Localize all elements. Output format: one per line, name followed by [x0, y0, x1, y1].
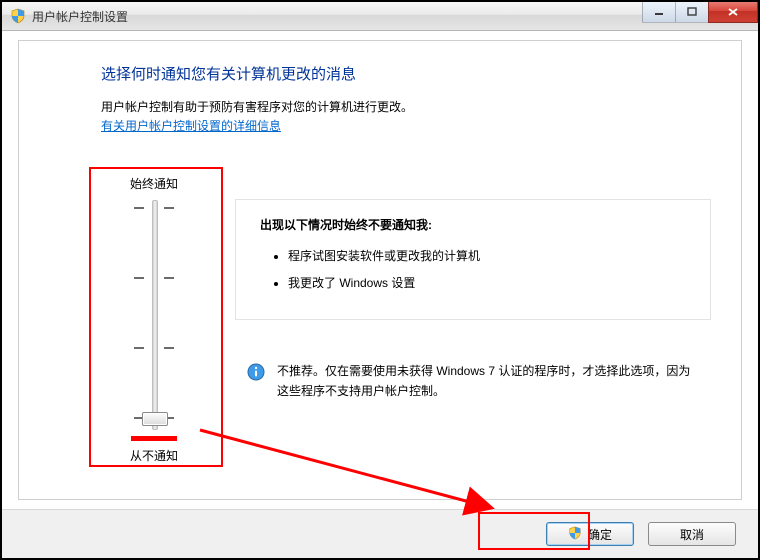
uac-shield-icon: [568, 526, 582, 543]
ok-button-label: 确定: [588, 526, 612, 543]
footer: 确定 取消: [2, 509, 758, 558]
content-panel: 选择何时通知您有关计算机更改的消息 用户帐户控制有助于预防有害程序对您的计算机进…: [18, 40, 742, 500]
slider-label-bottom: 从不通知: [105, 447, 203, 464]
list-item: 我更改了 Windows 设置: [288, 274, 690, 291]
description-title: 出现以下情况时始终不要通知我:: [260, 216, 690, 233]
window: 用户帐户控制设置 选择何时通知您有关计算机更改的消息 用户帐户控制有助于预防有害…: [0, 0, 760, 560]
window-title: 用户帐户控制设置: [32, 8, 128, 25]
slider-thumb[interactable]: [142, 412, 168, 426]
description-list: 程序试图安装软件或更改我的计算机 我更改了 Windows 设置: [288, 247, 690, 291]
info-text: 不推荐。仅在需要使用未获得 Windows 7 认证的程序时，才选择此选项，因为…: [277, 361, 701, 402]
ok-button[interactable]: 确定: [546, 522, 634, 546]
close-icon: [727, 7, 739, 17]
description-panel: 出现以下情况时始终不要通知我: 程序试图安装软件或更改我的计算机 我更改了 Wi…: [235, 199, 711, 320]
maximize-icon: [687, 7, 697, 17]
help-link[interactable]: 有关用户帐户控制设置的详细信息: [101, 117, 281, 134]
list-item: 程序试图安装软件或更改我的计算机: [288, 247, 690, 264]
minimize-button[interactable]: [642, 2, 676, 23]
annotation-underline: [131, 436, 177, 441]
uac-shield-icon: [10, 8, 26, 24]
cancel-button-label: 取消: [680, 526, 704, 543]
page-heading: 选择何时通知您有关计算机更改的消息: [101, 63, 711, 84]
info-icon: [247, 363, 265, 384]
page-subtext: 用户帐户控制有助于预防有害程序对您的计算机进行更改。: [101, 98, 711, 115]
info-row: 不推荐。仅在需要使用未获得 Windows 7 认证的程序时，才选择此选项，因为…: [235, 357, 701, 402]
maximize-button[interactable]: [675, 2, 709, 23]
notification-slider: 始终通知 从不通知: [105, 175, 203, 464]
close-button[interactable]: [708, 2, 758, 23]
slider-track[interactable]: [134, 200, 174, 430]
slider-label-top: 始终通知: [105, 175, 203, 192]
minimize-icon: [654, 7, 664, 17]
window-buttons: [643, 2, 758, 22]
cancel-button[interactable]: 取消: [648, 522, 736, 546]
slider-rail: [152, 200, 158, 430]
titlebar: 用户帐户控制设置: [2, 2, 758, 31]
